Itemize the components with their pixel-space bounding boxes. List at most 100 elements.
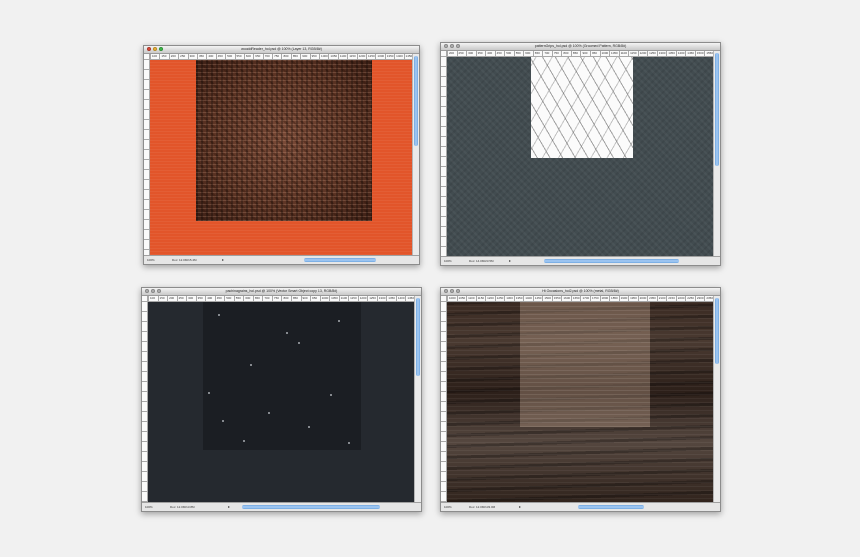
ruler-tick: 350 bbox=[475, 51, 486, 56]
zoom-icon[interactable] bbox=[157, 289, 161, 293]
ruler-tick: 800 bbox=[281, 296, 291, 301]
ruler-tick: 400 bbox=[206, 54, 215, 59]
ruler-tick: 1400 bbox=[394, 54, 403, 59]
scroll-thumb[interactable] bbox=[715, 53, 719, 166]
ruler-tick: 1300 bbox=[656, 51, 666, 56]
ruler-tick: 650 bbox=[532, 51, 543, 56]
vertical-scrollbar[interactable] bbox=[412, 54, 419, 255]
ruler-tick: 500 bbox=[504, 51, 514, 56]
close-icon[interactable] bbox=[145, 289, 149, 293]
ruler-tick: 800 bbox=[561, 51, 571, 56]
ruler-tick: 2250 bbox=[685, 296, 694, 301]
ruler-tick: 1350 bbox=[666, 51, 675, 56]
close-icon[interactable] bbox=[444, 289, 448, 293]
ruler-tick: 2150 bbox=[666, 296, 675, 301]
horizontal-scroll-thumb[interactable] bbox=[242, 505, 380, 509]
status-menu-icon[interactable]: ▸ bbox=[222, 258, 226, 262]
zoom-level[interactable]: 100% bbox=[444, 503, 452, 511]
ruler-tick: 750 bbox=[551, 51, 562, 56]
document-canvas[interactable] bbox=[447, 302, 713, 502]
minimize-icon[interactable] bbox=[151, 289, 155, 293]
zoom-icon[interactable] bbox=[456, 289, 460, 293]
ruler-tick: 1400 bbox=[523, 296, 532, 301]
ruler-tick: 1500 bbox=[694, 51, 704, 56]
ruler-tick: 550 bbox=[513, 51, 524, 56]
doc-size: Doc: 14.0M/23.5M bbox=[469, 259, 494, 263]
speck bbox=[298, 342, 300, 344]
speck bbox=[222, 420, 224, 422]
close-icon[interactable] bbox=[147, 47, 151, 51]
ruler-tick: 350 bbox=[196, 54, 206, 59]
ruler-tick: 1250 bbox=[494, 296, 504, 301]
status-menu-icon[interactable]: ▸ bbox=[509, 259, 513, 263]
ruler-tick: 1100 bbox=[466, 296, 475, 301]
status-bar: 100% Doc: 12.0M/13.8M ▸ bbox=[142, 502, 421, 511]
ruler-tick: 600 bbox=[243, 54, 253, 59]
scroll-thumb[interactable] bbox=[414, 56, 418, 147]
vertical-scrollbar[interactable] bbox=[713, 296, 720, 502]
ruler-tick: 1200 bbox=[637, 51, 647, 56]
minimize-icon[interactable] bbox=[450, 289, 454, 293]
document-window-4[interactable]: Ht Occasions_hol2.psd @ 100% (metal, RGB… bbox=[440, 287, 721, 512]
window-title: Ht Occasions_hol2.psd @ 100% (metal, RGB… bbox=[542, 289, 619, 293]
ruler-tick: 650 bbox=[252, 296, 263, 301]
title-bar[interactable]: pachinagrains_hol.psd @ 100% (Vector Sma… bbox=[142, 288, 421, 296]
ruler-tick: 1050 bbox=[329, 296, 338, 301]
minimize-icon[interactable] bbox=[153, 47, 157, 51]
ruler-tick: 700 bbox=[262, 296, 272, 301]
zoom-level[interactable]: 100% bbox=[444, 257, 452, 265]
status-menu-icon[interactable]: ▸ bbox=[519, 505, 523, 509]
title-bar[interactable]: Ht Occasions_hol2.psd @ 100% (metal, RGB… bbox=[441, 288, 720, 296]
document-canvas[interactable] bbox=[148, 302, 414, 502]
ruler-tick: 500 bbox=[225, 54, 234, 59]
pattern-swatch-layer bbox=[531, 57, 633, 158]
ruler-tick: 750 bbox=[272, 54, 281, 59]
ruler-tick: 1000 bbox=[447, 296, 456, 301]
scroll-thumb[interactable] bbox=[416, 298, 420, 377]
status-menu-icon[interactable]: ▸ bbox=[228, 505, 232, 509]
window-controls bbox=[147, 47, 163, 51]
ruler-tick: 600 bbox=[523, 51, 533, 56]
zoom-level[interactable]: 100% bbox=[145, 503, 153, 511]
ruler-tick: 1350 bbox=[386, 296, 395, 301]
ruler-tick: 200 bbox=[447, 51, 457, 56]
ruler-tick: 1100 bbox=[338, 296, 348, 301]
ruler-tick: 1300 bbox=[375, 54, 385, 59]
zoom-icon[interactable] bbox=[159, 47, 163, 51]
minimize-icon[interactable] bbox=[450, 44, 454, 48]
ruler-tick: 1450 bbox=[685, 51, 694, 56]
ruler-tick: 1700 bbox=[580, 296, 590, 301]
ruler-tick: 300 bbox=[187, 54, 197, 59]
document-window-1[interactable]: wooddReader_hol.psd @ 100% (Layer 13, RG… bbox=[143, 45, 420, 265]
horizontal-scroll-thumb[interactable] bbox=[544, 259, 679, 263]
ruler-tick: 1350 bbox=[513, 296, 523, 301]
ruler-tick: 200 bbox=[168, 54, 178, 59]
speck bbox=[208, 392, 210, 394]
ruler-tick: 350 bbox=[195, 296, 206, 301]
close-icon[interactable] bbox=[444, 44, 448, 48]
ruler-tick: 1950 bbox=[628, 296, 637, 301]
speck bbox=[330, 394, 332, 396]
vertical-scrollbar[interactable] bbox=[713, 51, 720, 256]
document-canvas[interactable] bbox=[150, 60, 412, 255]
ruler-tick: 850 bbox=[290, 296, 301, 301]
document-canvas[interactable] bbox=[447, 57, 713, 256]
vertical-scrollbar[interactable] bbox=[414, 296, 421, 502]
ruler-tick: 1400 bbox=[395, 296, 405, 301]
zoom-icon[interactable] bbox=[456, 44, 460, 48]
ruler-tick: 1050 bbox=[456, 296, 466, 301]
zoom-level[interactable]: 100% bbox=[147, 256, 155, 264]
document-window-2[interactable]: patternGrips_hol.psd @ 100% (Groomed Pat… bbox=[440, 42, 721, 266]
ruler-tick: 1100 bbox=[337, 54, 347, 59]
document-window-3[interactable]: pachinagrains_hol.psd @ 100% (Vector Sma… bbox=[141, 287, 422, 512]
ruler-tick: 200 bbox=[167, 296, 177, 301]
doc-size: Doc: 12.0M/15.4M bbox=[172, 258, 197, 262]
title-bar[interactable]: patternGrips_hol.psd @ 100% (Groomed Pat… bbox=[441, 43, 720, 51]
ruler-tick: 1050 bbox=[609, 51, 618, 56]
ruler-tick: 1900 bbox=[618, 296, 628, 301]
ruler-tick: 550 bbox=[234, 54, 244, 59]
horizontal-scroll-thumb[interactable] bbox=[578, 505, 644, 509]
title-bar[interactable]: wooddReader_hol.psd @ 100% (Layer 13, RG… bbox=[144, 46, 419, 54]
horizontal-scroll-thumb[interactable] bbox=[304, 258, 376, 262]
scroll-thumb[interactable] bbox=[715, 298, 719, 364]
